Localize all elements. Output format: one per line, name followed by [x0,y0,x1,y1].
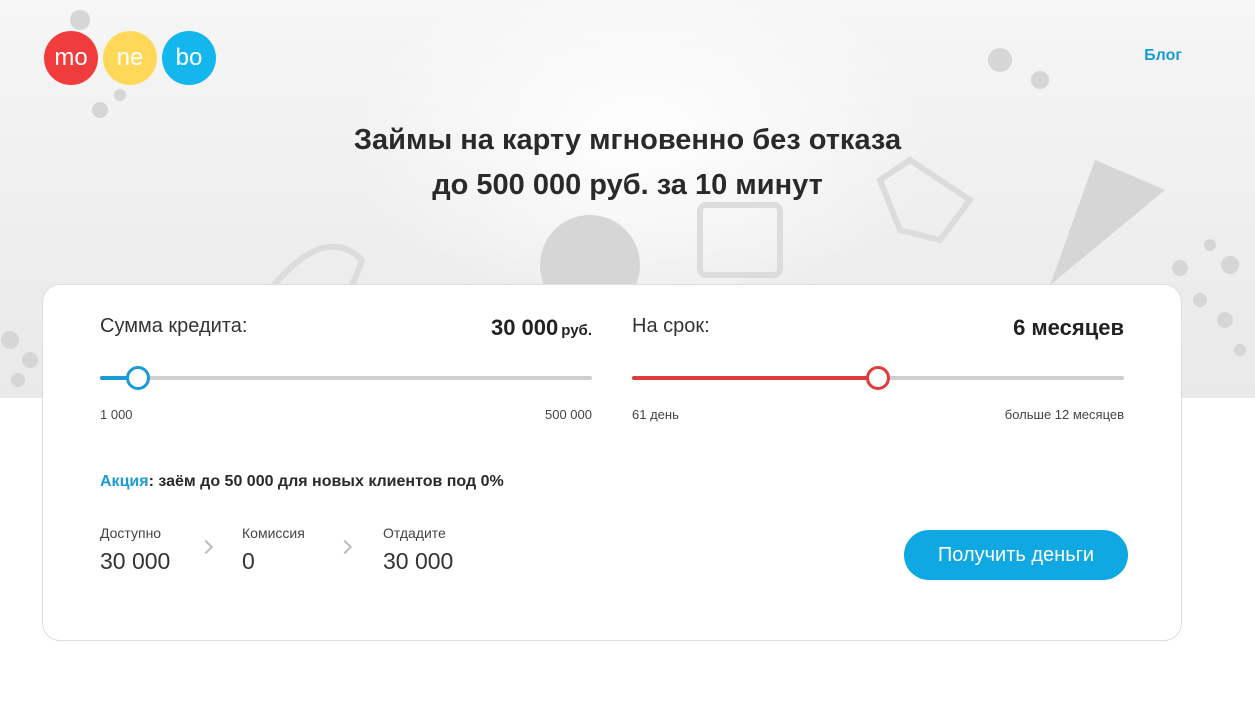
amount-value: 30 000 руб. [491,315,592,341]
headline-line-1: Займы на карту мгновенно без отказа [353,124,902,156]
stat-commission-value: 0 [242,548,255,574]
get-money-button[interactable]: Получить деньги [904,530,1128,580]
stat-available: Доступно 30 000 [100,525,170,575]
loan-calculator-card: Сумма кредита: 30 000 руб. 1 000 500 000 … [42,284,1182,641]
stat-return-label: Отдадите [383,525,446,541]
promo-banner: Акция: заём до 50 000 для новых клиентов… [100,473,504,491]
stat-commission-label: Комиссия [242,525,305,541]
logo-circle-mo: mo [44,31,98,85]
amount-slider[interactable] [100,366,592,390]
chevron-right-icon [337,539,353,555]
promo-label: Акция [100,473,149,490]
stat-available-label: Доступно [100,525,162,541]
amount-value-number: 30 000 [490,315,559,340]
monebo-logo[interactable]: mo ne bo [44,31,221,85]
term-label: На срок: [632,315,710,337]
blog-link[interactable]: Блог [1144,47,1182,65]
stat-return-value: 30 000 [383,548,454,574]
chevron-right-icon [198,539,214,555]
amount-min-label: 1 000 [100,407,133,422]
stat-available-value: 30 000 [100,548,171,574]
amount-label: Сумма кредита: [100,315,248,337]
amount-slider-handle[interactable] [126,366,150,390]
term-slider-handle[interactable] [866,366,890,390]
amount-max-label: 500 000 [545,407,592,422]
amount-unit: руб. [561,322,592,339]
term-value: 6 месяцев [1013,315,1124,340]
logo-circle-bo: bo [162,31,216,85]
term-slider-fill [632,376,878,380]
term-max-label: больше 12 месяцев [1004,407,1124,422]
page-headline: Займы на карту мгновенно без отказа до 5… [0,118,1255,208]
term-min-label: 61 день [632,407,679,422]
headline-line-2: до 500 000 руб. за 10 минут [432,169,823,201]
term-slider[interactable] [632,366,1124,390]
logo-circle-ne: ne [103,31,157,85]
stat-return: Отдадите 30 000 [383,525,453,575]
promo-text: : заём до 50 000 для новых клиентов под … [148,473,504,490]
stat-commission: Комиссия 0 [242,525,305,575]
